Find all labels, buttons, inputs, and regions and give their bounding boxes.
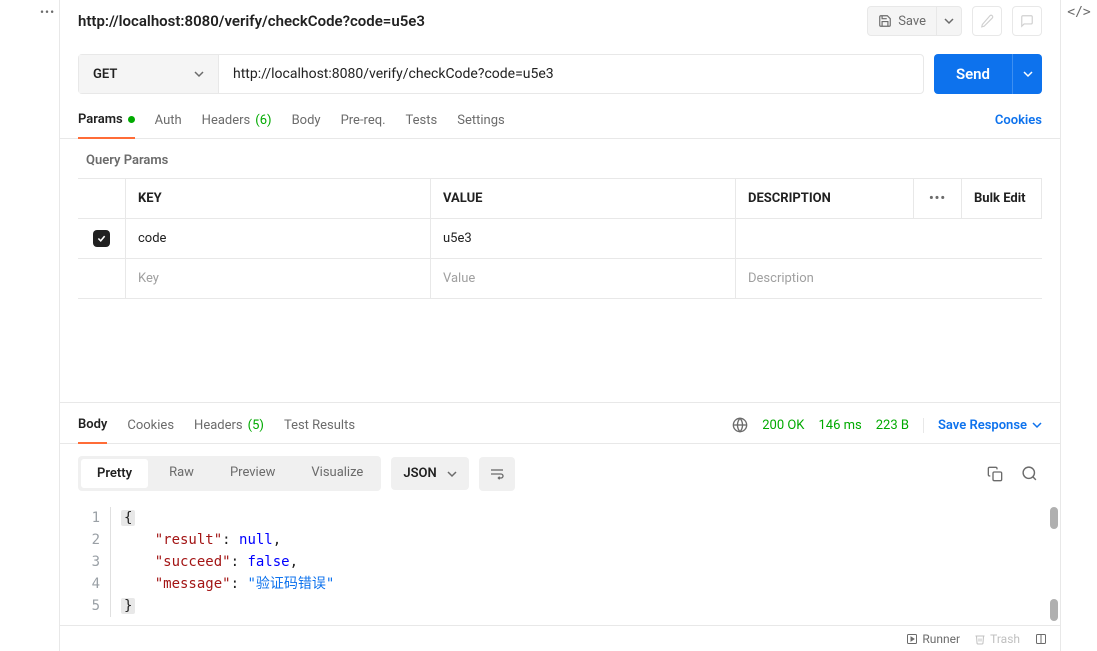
panes-button[interactable] bbox=[1034, 633, 1048, 645]
param-row-checkbox[interactable] bbox=[78, 219, 126, 258]
save-button[interactable]: Save bbox=[868, 7, 937, 35]
save-dropdown[interactable] bbox=[937, 7, 961, 35]
copy-button[interactable] bbox=[983, 466, 1007, 482]
send-button[interactable]: Send bbox=[934, 54, 1012, 94]
search-icon bbox=[1021, 465, 1038, 482]
tab-tests[interactable]: Tests bbox=[406, 113, 438, 138]
right-sidebar: </> bbox=[1060, 0, 1097, 651]
param-key-placeholder[interactable]: Key bbox=[126, 259, 431, 298]
params-table: KEY VALUE DESCRIPTION ••• Bulk Edit code… bbox=[78, 178, 1042, 299]
response-view-row: Pretty Raw Preview Visualize JSON bbox=[60, 444, 1060, 503]
wrap-icon bbox=[489, 466, 505, 482]
resp-tab-body[interactable]: Body bbox=[78, 403, 107, 444]
chevron-down-icon bbox=[194, 69, 204, 79]
tab-auth[interactable]: Auth bbox=[155, 113, 182, 138]
resp-tab-headers[interactable]: Headers (5) bbox=[194, 404, 264, 443]
pencil-icon bbox=[980, 14, 994, 28]
code-icon[interactable]: </> bbox=[1067, 5, 1090, 20]
chevron-down-icon bbox=[944, 16, 954, 26]
play-icon bbox=[906, 633, 918, 645]
view-mode-segment: Pretty Raw Preview Visualize bbox=[78, 456, 381, 491]
trash-button[interactable]: Trash bbox=[974, 632, 1020, 646]
resp-tab-tests[interactable]: Test Results bbox=[284, 404, 355, 443]
params-header-desc: DESCRIPTION bbox=[736, 179, 914, 218]
tab-headers[interactable]: Headers (6) bbox=[202, 113, 272, 138]
params-indicator-icon bbox=[128, 116, 135, 123]
params-header-row: KEY VALUE DESCRIPTION ••• Bulk Edit bbox=[78, 179, 1042, 219]
param-desc-placeholder[interactable]: Description bbox=[736, 259, 1042, 298]
line-gutter: 12345 bbox=[78, 507, 110, 617]
title-row: http://localhost:8080/verify/checkCode?c… bbox=[60, 0, 1060, 50]
chevron-down-icon bbox=[1032, 420, 1042, 430]
view-preview[interactable]: Preview bbox=[212, 456, 293, 491]
cookies-link[interactable]: Cookies bbox=[995, 113, 1042, 138]
bulk-edit-button[interactable]: Bulk Edit bbox=[962, 179, 1042, 218]
view-visualize[interactable]: Visualize bbox=[293, 456, 381, 491]
search-button[interactable] bbox=[1017, 465, 1042, 482]
edit-button[interactable] bbox=[972, 6, 1002, 36]
response-time: 146 ms bbox=[818, 418, 861, 433]
panes-icon bbox=[1034, 633, 1048, 645]
view-raw[interactable]: Raw bbox=[151, 456, 212, 491]
method-select[interactable]: GET bbox=[79, 55, 219, 93]
table-row-new: Key Value Description bbox=[78, 259, 1042, 299]
scrollbar-thumb[interactable] bbox=[1050, 599, 1058, 621]
param-value-input[interactable]: u5e3 bbox=[431, 219, 736, 258]
params-header-key: KEY bbox=[126, 179, 431, 218]
param-value-placeholder[interactable]: Value bbox=[431, 259, 736, 298]
request-title: http://localhost:8080/verify/checkCode?c… bbox=[78, 12, 857, 30]
runner-button[interactable]: Runner bbox=[906, 632, 960, 646]
status-bar: Runner Trash bbox=[60, 625, 1060, 651]
tab-params[interactable]: Params bbox=[78, 112, 135, 139]
params-header-value: VALUE bbox=[431, 179, 736, 218]
scrollbar-thumb[interactable] bbox=[1050, 507, 1058, 529]
copy-icon bbox=[987, 466, 1003, 482]
method-label: GET bbox=[93, 67, 117, 82]
chevron-down-icon bbox=[447, 469, 457, 479]
wrap-lines-button[interactable] bbox=[479, 457, 515, 491]
comment-icon bbox=[1020, 14, 1034, 28]
chevron-down-icon bbox=[1023, 69, 1033, 79]
query-params-label: Query Params bbox=[60, 139, 1060, 178]
response-size: 223 B bbox=[876, 418, 909, 433]
left-sidebar: ••• bbox=[0, 0, 60, 651]
table-row: code u5e3 bbox=[78, 219, 1042, 259]
save-response-button[interactable]: Save Response bbox=[923, 418, 1042, 433]
save-icon bbox=[878, 14, 892, 28]
response-status: 200 OK bbox=[762, 418, 804, 433]
request-row: GET http://localhost:8080/verify/checkCo… bbox=[78, 54, 1042, 94]
method-url-group: GET http://localhost:8080/verify/checkCo… bbox=[78, 54, 924, 94]
response-body-code[interactable]: 12345 { "result": null, "succeed": false… bbox=[60, 503, 1060, 625]
comment-button[interactable] bbox=[1012, 6, 1042, 36]
send-button-group: Send bbox=[934, 54, 1042, 94]
code-content[interactable]: { "result": null, "succeed": false, "mes… bbox=[110, 507, 1042, 617]
response-meta: 200 OK 146 ms 223 B Save Response bbox=[732, 403, 1042, 443]
save-button-group: Save bbox=[867, 6, 962, 36]
resp-tab-cookies[interactable]: Cookies bbox=[127, 404, 174, 443]
tab-body[interactable]: Body bbox=[292, 113, 321, 138]
collection-more-icon[interactable]: ••• bbox=[40, 5, 55, 19]
network-icon[interactable] bbox=[732, 417, 748, 433]
params-header-check bbox=[78, 179, 126, 218]
tab-settings[interactable]: Settings bbox=[457, 113, 504, 138]
param-desc-input[interactable] bbox=[736, 219, 1042, 258]
view-pretty[interactable]: Pretty bbox=[80, 458, 149, 489]
response-tabs: Body Cookies Headers (5) Test Results 20… bbox=[60, 402, 1060, 444]
format-select[interactable]: JSON bbox=[391, 457, 468, 490]
send-dropdown[interactable] bbox=[1012, 54, 1042, 94]
url-input[interactable]: http://localhost:8080/verify/checkCode?c… bbox=[219, 55, 923, 93]
checkbox-checked-icon bbox=[93, 230, 110, 247]
params-header-options[interactable]: ••• bbox=[914, 179, 962, 218]
main-area: http://localhost:8080/verify/checkCode?c… bbox=[60, 0, 1060, 651]
save-button-label: Save bbox=[898, 14, 926, 29]
request-tabs: Params Auth Headers (6) Body Pre-req. Te… bbox=[60, 94, 1060, 139]
param-new-checkbox[interactable] bbox=[78, 259, 126, 298]
tab-prereq[interactable]: Pre-req. bbox=[341, 113, 386, 138]
param-key-input[interactable]: code bbox=[126, 219, 431, 258]
trash-icon bbox=[974, 633, 986, 645]
